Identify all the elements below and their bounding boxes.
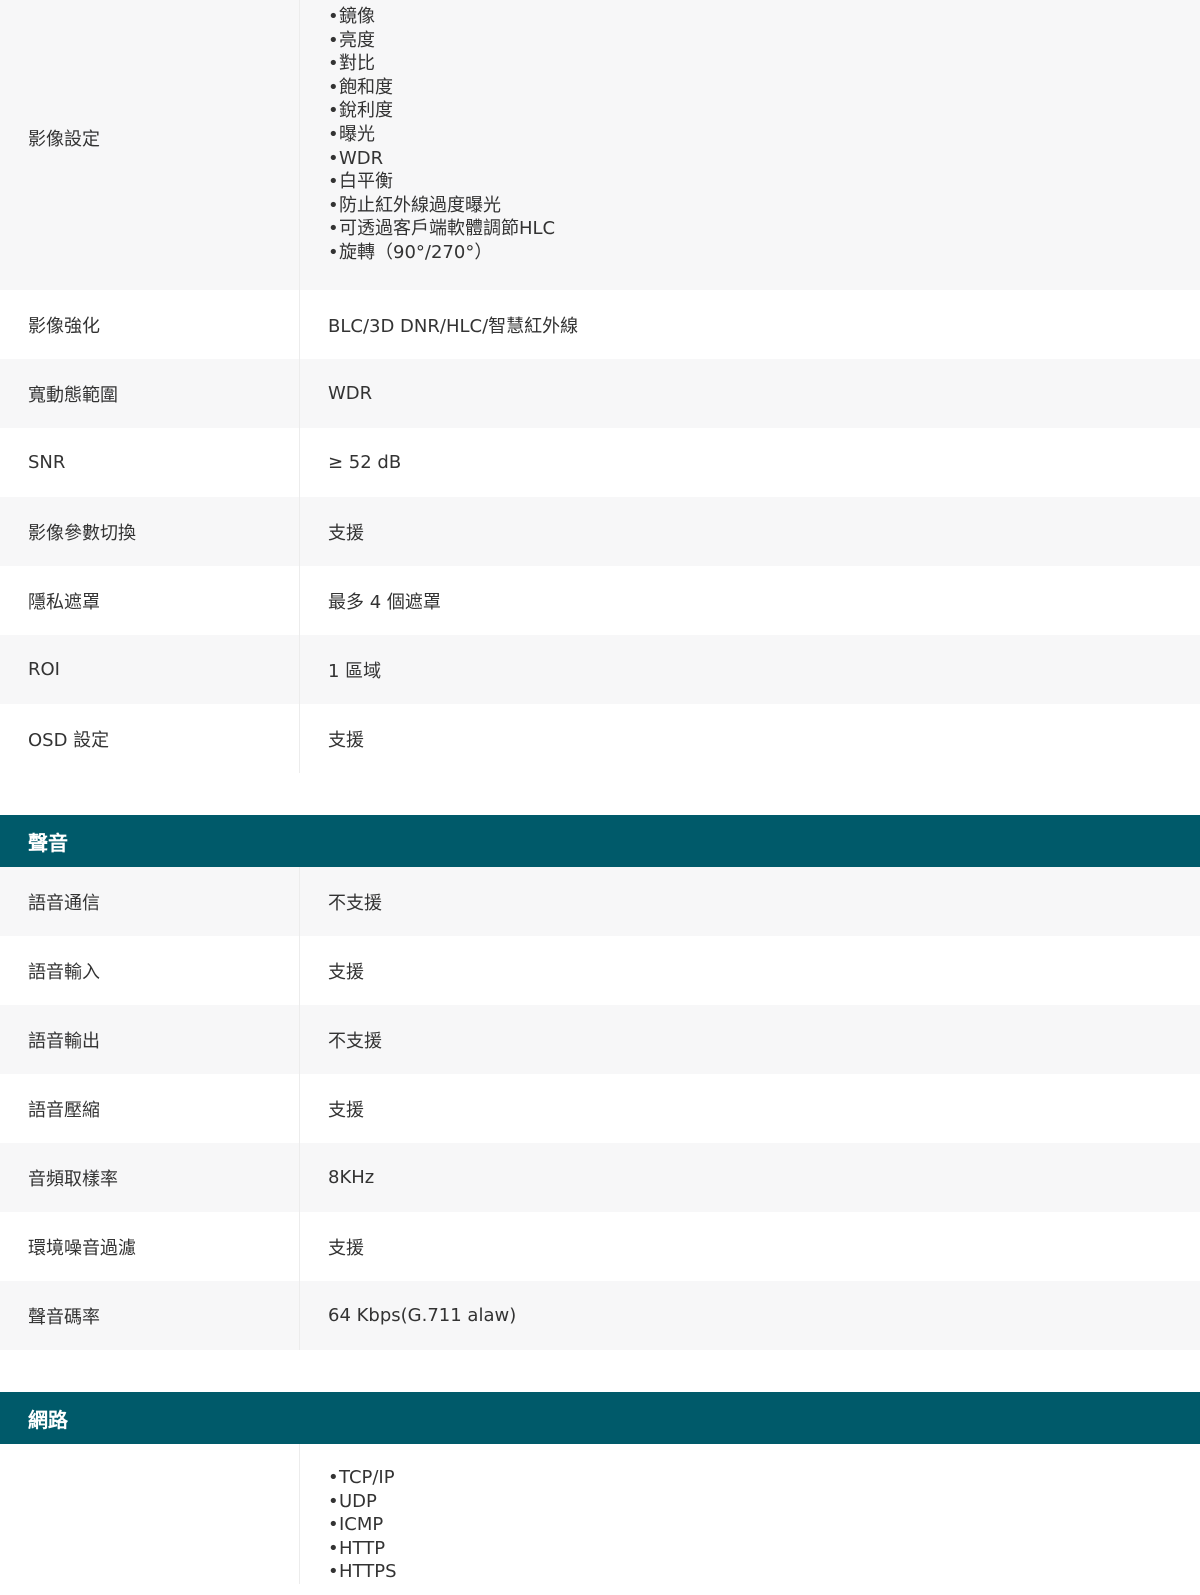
bullet-icon: • xyxy=(328,76,339,98)
list-item: •WDR xyxy=(328,147,384,169)
row-label: OSD 設定 xyxy=(0,704,300,773)
bullet-icon: • xyxy=(328,218,339,240)
list-item: •可透過客戶端軟體調節HLC xyxy=(328,218,556,240)
row-label: 語音輸入 xyxy=(0,936,300,1005)
row-value: 64 Kbps(G.711 alaw) xyxy=(328,1305,517,1326)
section-header-audio: 聲音 xyxy=(0,815,1200,867)
bullet-icon: • xyxy=(328,1537,339,1559)
row-label: 影像設定 xyxy=(0,0,300,290)
bullet-icon: • xyxy=(328,194,339,216)
row-label: 環境噪音過濾 xyxy=(0,1212,300,1281)
row-label: 聲音碼率 xyxy=(0,1281,300,1350)
bullet-icon: • xyxy=(328,6,339,27)
row-value: 不支援 xyxy=(328,1030,382,1052)
row-label: 影像參數切換 xyxy=(0,497,300,566)
list-item: •防止紅外線過度曝光 xyxy=(328,194,501,216)
list-item: •HTTPS xyxy=(328,1561,397,1583)
table-row: 音頻取樣率 8KHz xyxy=(0,1143,1200,1212)
list-item: •亮度 xyxy=(328,29,375,51)
section-header-network: 網路 xyxy=(0,1392,1200,1444)
row-label xyxy=(0,1444,300,1584)
bullet-icon: • xyxy=(328,241,339,263)
row-value: 支援 xyxy=(328,961,364,983)
bullet-icon: • xyxy=(328,53,339,75)
row-label: ROI xyxy=(0,635,300,704)
list-item: •鏡像 xyxy=(328,6,375,27)
image-settings-row: 影像設定 •鏡像 •亮度 •對比 •飽和度 •銳利度 •曝光 •WDR •白平衡… xyxy=(0,0,1200,290)
row-label: 語音輸出 xyxy=(0,1005,300,1074)
bullet-icon: • xyxy=(328,1490,339,1512)
table-row: 聲音碼率 64 Kbps(G.711 alaw) xyxy=(0,1281,1200,1350)
list-item: •曝光 xyxy=(328,123,375,145)
image-settings-list: •鏡像 •亮度 •對比 •飽和度 •銳利度 •曝光 •WDR •白平衡 •防止紅… xyxy=(328,5,555,265)
row-value: BLC/3D DNR/HLC/智慧紅外線 xyxy=(328,315,579,337)
row-value: 支援 xyxy=(328,729,364,751)
row-label: 語音通信 xyxy=(0,867,300,936)
table-row: 隱私遮罩 最多 4 個遮罩 xyxy=(0,566,1200,635)
list-item: •HTTP xyxy=(328,1537,386,1559)
bullet-icon: • xyxy=(328,123,339,145)
list-item: •白平衡 xyxy=(328,171,393,193)
bullet-icon: • xyxy=(328,1514,339,1536)
row-label: 語音壓縮 xyxy=(0,1074,300,1143)
list-item: •飽和度 xyxy=(328,76,393,98)
row-value: 不支援 xyxy=(328,892,382,914)
row-label: SNR xyxy=(0,428,300,497)
table-row: 影像強化 BLC/3D DNR/HLC/智慧紅外線 xyxy=(0,290,1200,359)
bullet-icon: • xyxy=(328,29,339,51)
row-label: 影像強化 xyxy=(0,290,300,359)
row-value: 支援 xyxy=(328,1237,364,1259)
row-value: 支援 xyxy=(328,1099,364,1121)
list-item: •UDP xyxy=(328,1490,377,1512)
section-spacer xyxy=(0,1350,1200,1392)
table-row: OSD 設定 支援 xyxy=(0,704,1200,773)
list-item: •對比 xyxy=(328,53,375,75)
spec-page: 影像設定 •鏡像 •亮度 •對比 •飽和度 •銳利度 •曝光 •WDR •白平衡… xyxy=(0,0,1200,1595)
table-row: 影像參數切換 支援 xyxy=(0,497,1200,566)
section-spacer xyxy=(0,773,1200,815)
list-item: •TCP/IP xyxy=(328,1467,395,1488)
row-label: 隱私遮罩 xyxy=(0,566,300,635)
row-value: 支援 xyxy=(328,522,364,544)
table-row: 語音通信 不支援 xyxy=(0,867,1200,936)
row-value: •TCP/IP •UDP •ICMP •HTTP •HTTPS xyxy=(300,1444,1200,1584)
list-item: •ICMP xyxy=(328,1514,384,1536)
bullet-icon: • xyxy=(328,147,339,169)
bullet-icon: • xyxy=(328,171,339,193)
row-value: 最多 4 個遮罩 xyxy=(328,591,441,613)
row-value: 8KHz xyxy=(328,1167,375,1188)
table-row: 寬動態範圍 WDR xyxy=(0,359,1200,428)
network-protocols-row: •TCP/IP •UDP •ICMP •HTTP •HTTPS xyxy=(0,1444,1200,1584)
table-row: SNR ≥ 52 dB xyxy=(0,428,1200,497)
bullet-icon: • xyxy=(328,1467,339,1488)
list-item: •銳利度 xyxy=(328,100,393,122)
row-label: 寬動態範圍 xyxy=(0,359,300,428)
table-row: 環境噪音過濾 支援 xyxy=(0,1212,1200,1281)
row-value: 1 區域 xyxy=(328,660,382,682)
table-row: ROI 1 區域 xyxy=(0,635,1200,704)
row-label: 音頻取樣率 xyxy=(0,1143,300,1212)
row-value: ≥ 52 dB xyxy=(328,452,402,473)
bullet-icon: • xyxy=(328,100,339,122)
spec-table: 影像設定 •鏡像 •亮度 •對比 •飽和度 •銳利度 •曝光 •WDR •白平衡… xyxy=(0,0,1200,1584)
row-value: WDR xyxy=(328,383,373,404)
network-protocol-list: •TCP/IP •UDP •ICMP •HTTP •HTTPS xyxy=(328,1466,397,1584)
bullet-icon: • xyxy=(328,1561,339,1583)
table-row: 語音壓縮 支援 xyxy=(0,1074,1200,1143)
table-row: 語音輸出 不支援 xyxy=(0,1005,1200,1074)
table-row: 語音輸入 支援 xyxy=(0,936,1200,1005)
list-item: •旋轉（90°/270°） xyxy=(328,241,493,263)
row-value: •鏡像 •亮度 •對比 •飽和度 •銳利度 •曝光 •WDR •白平衡 •防止紅… xyxy=(300,0,1200,290)
